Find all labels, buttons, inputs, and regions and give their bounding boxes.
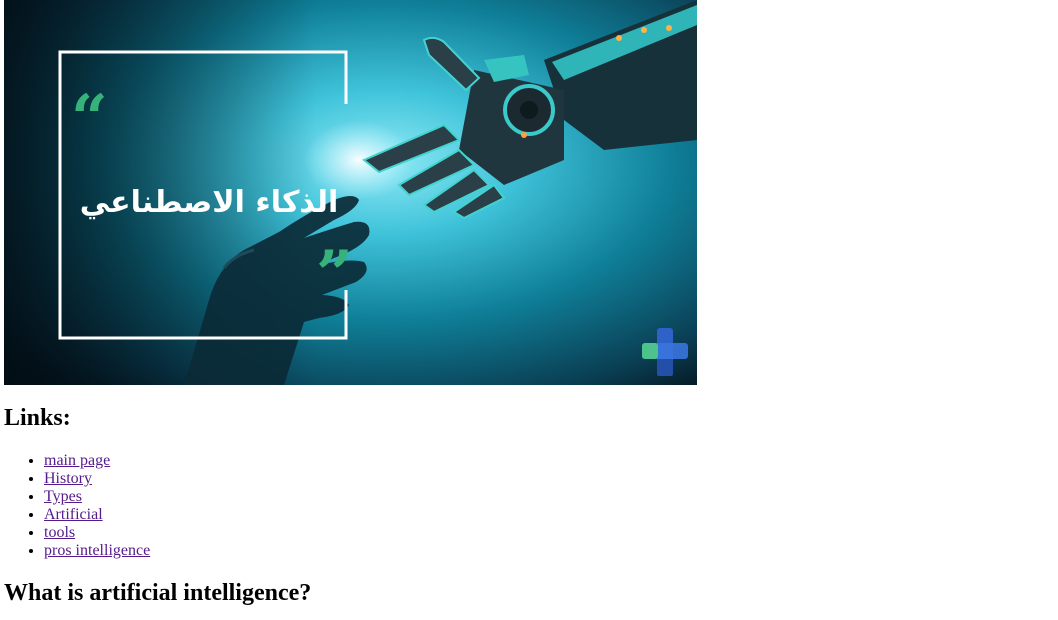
list-item: Artificial xyxy=(44,506,150,524)
open-quote-mark: “ xyxy=(71,81,108,156)
links-list: main page History Types Artificial tools… xyxy=(4,452,150,560)
hero-image: “ ” الذكاء الاصطناعي xyxy=(4,0,697,385)
list-item: tools xyxy=(44,524,150,542)
hero-title: الذكاء الاصطناعي xyxy=(80,185,339,220)
link-main-page[interactable]: main page xyxy=(44,452,110,469)
close-quote-mark: ” xyxy=(316,237,353,312)
section-heading: What is artificial intelligence? xyxy=(4,580,312,606)
list-item: pros intelligence xyxy=(44,542,150,560)
link-artificial[interactable]: Artificial xyxy=(44,506,103,523)
links-heading: Links: xyxy=(4,405,71,431)
link-tools[interactable]: tools xyxy=(44,524,75,541)
link-types[interactable]: Types xyxy=(44,488,82,505)
list-item: History xyxy=(44,470,150,488)
link-pros-intelligence[interactable]: pros intelligence xyxy=(44,542,150,559)
link-history[interactable]: History xyxy=(44,470,92,487)
list-item: Types xyxy=(44,488,150,506)
list-item: main page xyxy=(44,452,150,470)
